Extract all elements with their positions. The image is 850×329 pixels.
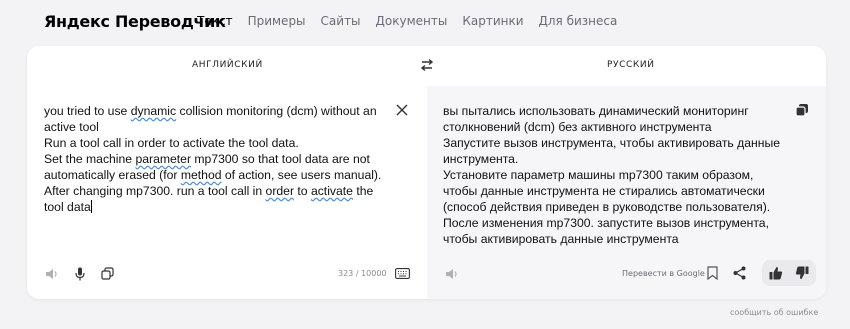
source-text-segment: you tried to use [44,104,131,118]
nav-item-business[interactable]: Для бизнеса [539,14,618,28]
close-icon[interactable] [395,103,409,117]
source-language-selector[interactable]: АНГЛИЙСКИЙ [192,60,263,70]
translate-in-google-link[interactable]: Перевести в Google [622,269,705,278]
microphone-icon[interactable] [75,267,85,281]
nav-item-sites[interactable]: Сайты [321,14,361,28]
source-text-segment: to [294,184,311,198]
spellcheck-word[interactable]: dynamic [131,104,176,118]
text-cursor [90,200,92,213]
speaker-icon[interactable] [445,268,459,280]
spellcheck-word[interactable]: order [266,184,294,198]
source-text-input[interactable]: you tried to use dynamic collision monit… [44,103,389,215]
speaker-icon[interactable] [45,268,59,280]
main-nav: Текст Примеры Сайты Документы Картинки Д… [197,14,632,28]
header: Яндекс Переводчик Текст Примеры Сайты До… [0,0,850,42]
copy-icon[interactable] [795,103,809,117]
nav-item-text[interactable]: Текст [197,14,233,28]
spellcheck-word[interactable]: parameter [135,152,191,166]
thumbs-up-icon[interactable] [769,266,783,280]
nav-item-images[interactable]: Картинки [462,14,523,28]
thumbs-down-icon[interactable] [795,266,809,280]
copy-icon[interactable] [101,267,114,280]
translation-output: вы пытались использовать динамический мо… [443,104,781,246]
character-counter: 323 / 10000 [338,269,387,278]
bookmark-icon[interactable] [707,266,718,280]
share-icon[interactable] [733,266,746,280]
keyboard-icon[interactable] [395,268,410,279]
nav-item-documents[interactable]: Документы [376,14,448,28]
spellcheck-word[interactable]: activate [311,184,353,198]
swap-arrows-icon[interactable] [420,58,434,72]
rating-group [762,260,816,286]
report-error-link[interactable]: сообщить об ошибке [730,308,818,317]
translator-card: АНГЛИЙСКИЙ РУССКИЙ you tried to use dyna… [27,46,826,299]
spellcheck-word[interactable]: method [181,168,222,182]
target-language-selector[interactable]: РУССКИЙ [607,60,655,70]
nav-item-examples[interactable]: Примеры [248,14,306,28]
